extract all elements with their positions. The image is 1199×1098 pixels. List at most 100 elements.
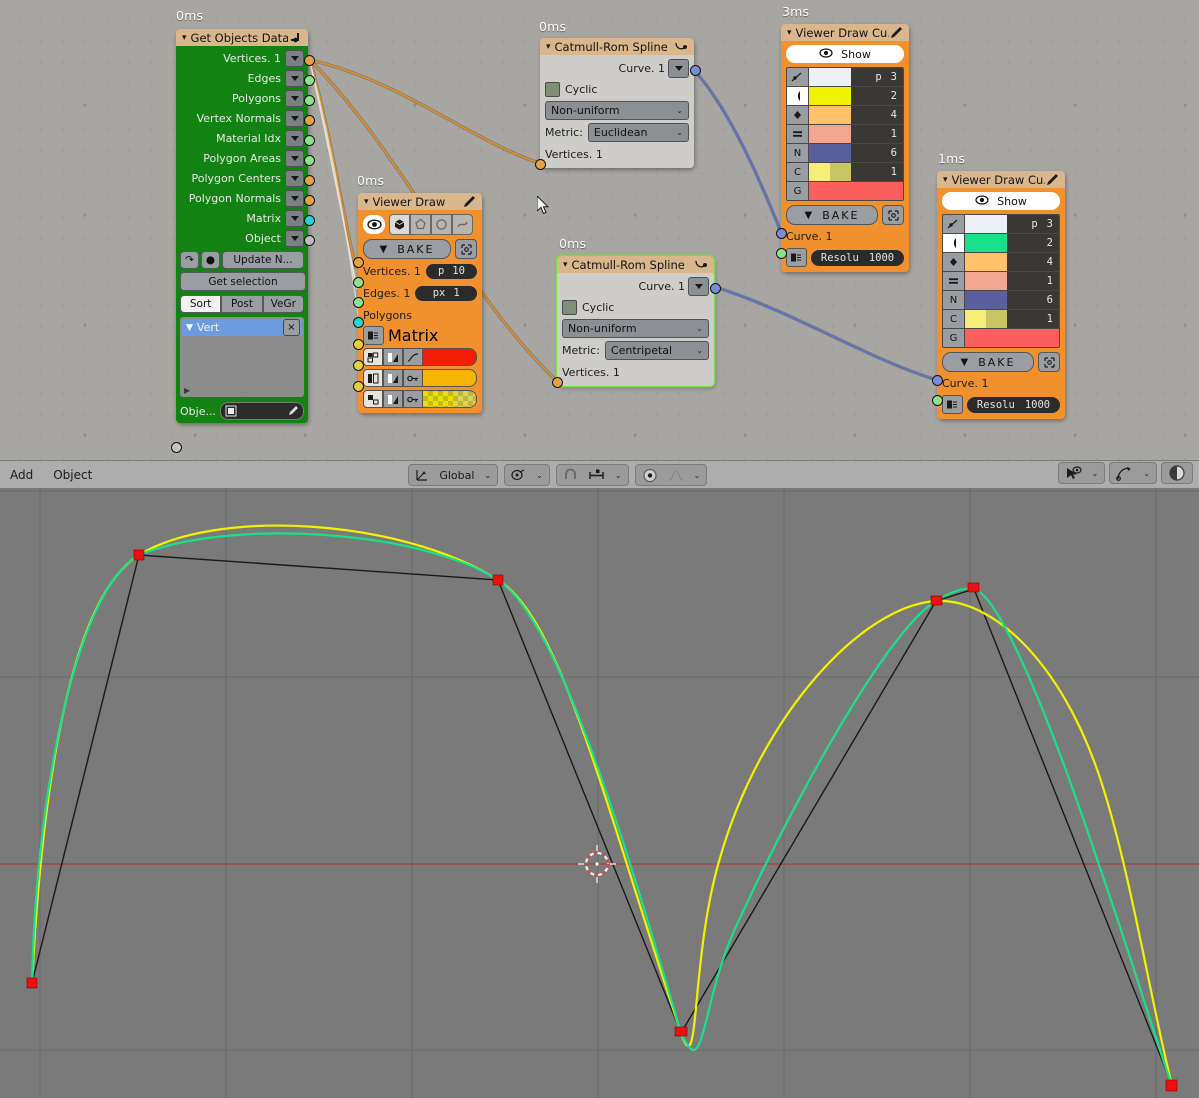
cube-icon[interactable] <box>389 214 410 235</box>
output-row[interactable]: Object <box>180 228 304 248</box>
chevron-down-icon[interactable]: ⌄ <box>480 466 495 484</box>
bake-button[interactable]: ▼ BAKE <box>363 239 451 259</box>
row-value[interactable]: 1 <box>1007 272 1059 290</box>
socket-material-idx[interactable] <box>304 135 315 146</box>
row-color-swatch[interactable] <box>965 291 1007 309</box>
row-value[interactable]: 1 <box>851 163 903 181</box>
row-color-swatch[interactable] <box>809 68 851 86</box>
proportional-icon[interactable] <box>638 466 662 484</box>
ramp-icon[interactable] <box>383 390 403 408</box>
cyclic-row[interactable]: Cyclic <box>545 80 689 98</box>
G-icon[interactable]: G <box>943 329 965 347</box>
N-icon[interactable]: N <box>943 291 965 309</box>
chevron-down-icon[interactable]: ▾ <box>943 175 948 185</box>
node-catmull-rom-spline-2[interactable]: ▾ Catmull-Rom Spline Curve. 1 Cyclic Non… <box>552 256 721 388</box>
grip-icon[interactable]: :::: <box>190 387 300 395</box>
tab-post[interactable]: Post <box>221 295 263 313</box>
arc-icon[interactable] <box>943 234 965 252</box>
row-color-swatch[interactable] <box>965 329 1059 347</box>
polygon-color-swatch[interactable] <box>423 390 477 408</box>
row-value[interactable]: 6 <box>851 144 903 162</box>
table-row[interactable]: N 6 <box>787 144 903 163</box>
edge-color-swatch[interactable] <box>423 369 477 387</box>
socket-in-matrix[interactable] <box>353 317 364 328</box>
diamond-icon[interactable] <box>787 106 809 124</box>
socket-vertex-normals[interactable] <box>304 115 315 126</box>
shading-group[interactable] <box>1161 462 1193 484</box>
transform-orientation-group[interactable]: Global ⌄ <box>408 464 499 486</box>
socket-in-edges[interactable] <box>353 277 364 288</box>
falloff-curve-icon[interactable] <box>664 466 688 484</box>
row-color-swatch[interactable] <box>965 234 1007 252</box>
tab-vegr[interactable]: VeGr <box>262 295 304 313</box>
edge-width-field[interactable]: px 1 <box>415 285 477 301</box>
chevron-down-icon[interactable]: ⌄ <box>532 466 547 484</box>
gizmo-group[interactable]: ⌄ <box>1109 462 1157 484</box>
table-row[interactable]: p3 <box>943 215 1059 234</box>
metric-row[interactable]: Metric: Euclidean ⌄ <box>545 123 689 142</box>
pencil-icon[interactable] <box>889 26 903 40</box>
magnet-icon[interactable] <box>559 466 582 484</box>
property-table[interactable]: p3 2 4 1 N 6 C 1 G <box>942 214 1060 348</box>
output-row-curve[interactable]: Curve. 1 <box>545 59 689 78</box>
visibility-group[interactable]: ⌄ <box>1057 462 1106 484</box>
cyclic-checkbox[interactable] <box>562 299 577 315</box>
table-row[interactable]: 2 <box>943 234 1059 253</box>
mode-select[interactable]: Non-uniform ⌄ <box>562 319 709 338</box>
vertex-size-field[interactable]: p 10 <box>425 263 477 279</box>
proportional-edit-group[interactable]: ⌄ <box>634 464 708 486</box>
node-header[interactable]: ▾ Viewer Draw <box>358 193 482 210</box>
chevron-down-icon[interactable]: ▾ <box>563 260 568 270</box>
row-color-swatch[interactable] <box>965 253 1007 271</box>
update-row[interactable]: ↷ ● Update N... <box>180 251 304 269</box>
socket-in-vertices[interactable] <box>535 159 546 170</box>
chevron-down-icon[interactable]: ▾ <box>546 42 551 52</box>
node-header[interactable]: ▾ Catmull-Rom Spline <box>540 38 694 55</box>
C-icon[interactable]: C <box>943 310 965 328</box>
grid-icon[interactable] <box>363 348 383 366</box>
node-viewer-draw-curve-1[interactable]: ▾ Viewer Draw Cu... Show p3 2 4 1 N 6 C … <box>776 24 909 272</box>
resolution-row[interactable]: Resolu 1000 <box>786 248 904 267</box>
chevron-down-icon[interactable]: ⌄ <box>1088 464 1103 482</box>
diamond-icon[interactable] <box>943 253 965 271</box>
socket-in-resolution[interactable] <box>932 395 943 406</box>
pivot-icon[interactable] <box>507 466 530 484</box>
node-catmull-rom-spline-1[interactable]: ▾ Catmull-Rom Spline Curve. 1 Cyclic Non… <box>535 38 701 170</box>
output-row[interactable]: Polygon Normals <box>180 188 304 208</box>
face-icon[interactable] <box>363 390 383 408</box>
socket-in-edge-color[interactable] <box>353 360 364 371</box>
socket-object-in[interactable] <box>171 442 182 453</box>
tab-strip[interactable]: Sort Post VeGr <box>180 295 304 313</box>
update-nodes-button[interactable]: Update N... <box>222 251 304 269</box>
output-row[interactable]: Edges <box>180 68 304 88</box>
key-icon[interactable] <box>403 369 423 387</box>
input-row-vertices[interactable]: Vertices. 1 <box>545 145 689 163</box>
output-dropdown[interactable] <box>285 209 304 227</box>
row-color-swatch[interactable] <box>809 144 851 162</box>
socket-polygon-areas[interactable] <box>304 155 315 166</box>
visibility-icon[interactable] <box>1061 464 1086 482</box>
output-row-curve[interactable]: Curve. 1 <box>562 277 709 296</box>
tab-sort[interactable]: Sort <box>180 295 222 313</box>
row-value[interactable]: 1 <box>1007 310 1059 328</box>
socket-in-curve[interactable] <box>776 228 787 239</box>
socket-object-out[interactable] <box>304 235 315 246</box>
circle-icon[interactable] <box>431 214 452 235</box>
input-row-curve[interactable]: Curve. 1 <box>942 375 1060 392</box>
node-editor-canvas[interactable]: 0ms 0ms 3ms 0ms 0ms 1ms ▾ Get Objects Da… <box>0 0 1199 460</box>
point-icon[interactable] <box>787 68 809 86</box>
metric-select[interactable]: Euclidean ⌄ <box>587 123 689 142</box>
output-row[interactable]: Polygon Centers <box>180 168 304 188</box>
metric-select[interactable]: Centripetal ⌄ <box>604 341 709 360</box>
resolution-icon[interactable] <box>786 248 807 267</box>
object-list[interactable]: ▼ Vert × ▶ :::: <box>180 317 304 397</box>
output-dropdown[interactable] <box>285 69 304 87</box>
row-color-swatch[interactable] <box>965 215 1007 233</box>
output-dropdown[interactable] <box>285 169 304 187</box>
node-viewer-draw[interactable]: ▾ Viewer Draw ▼ BAKE Vertices. 1 p 10 Ed… <box>353 193 482 413</box>
table-row[interactable]: C 1 <box>787 163 903 182</box>
output-dropdown[interactable] <box>285 229 304 247</box>
table-row[interactable]: 4 <box>787 106 903 125</box>
row-value[interactable]: 2 <box>1007 234 1059 252</box>
mode-select[interactable]: Non-uniform ⌄ <box>545 101 689 120</box>
